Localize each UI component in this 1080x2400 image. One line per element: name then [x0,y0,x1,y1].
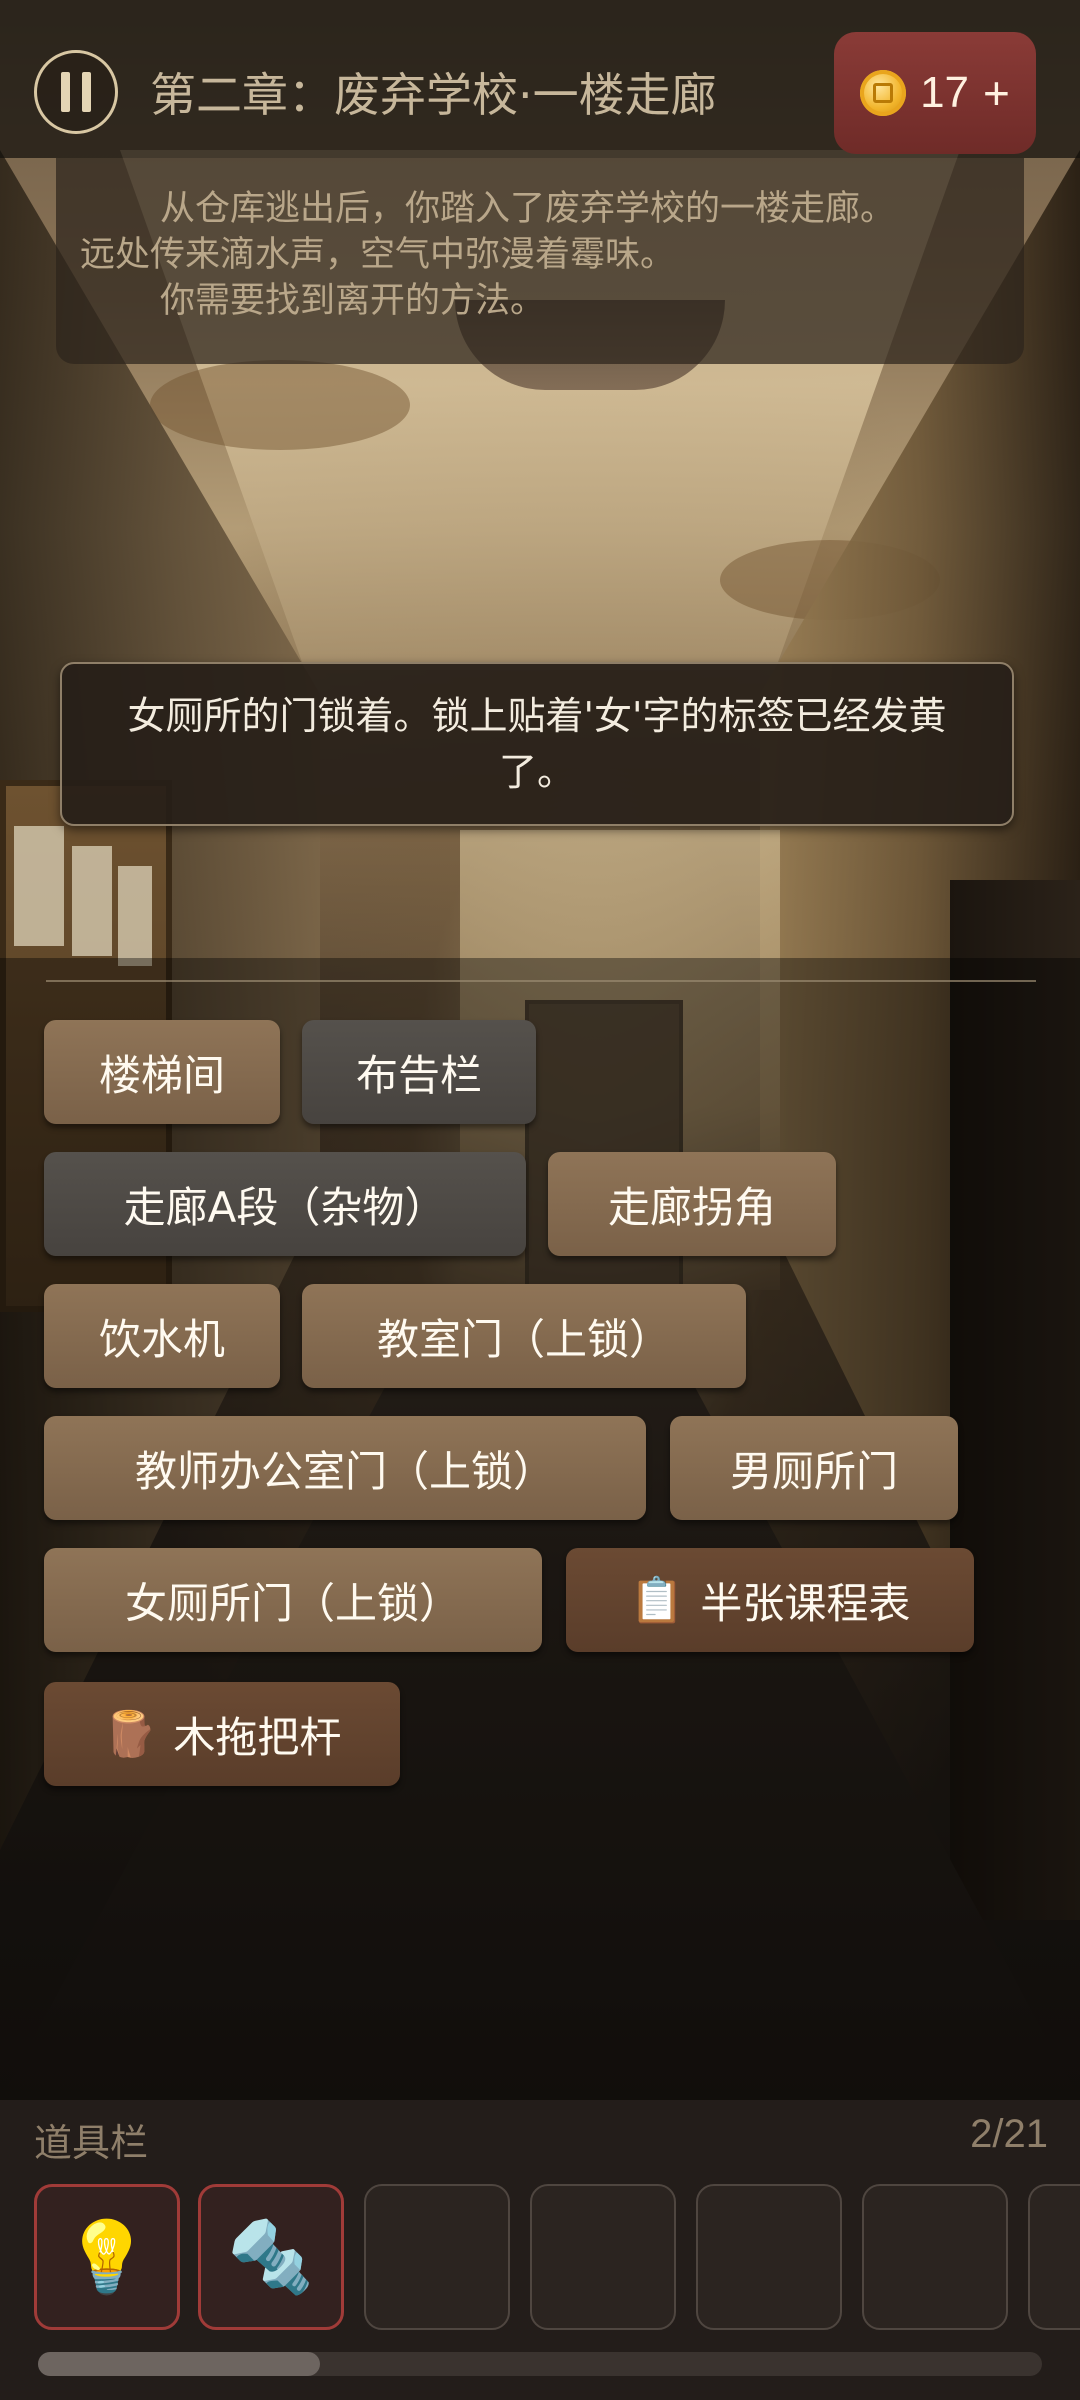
narrative-line: 从仓库逃出后，你踏入了废弃学校的一楼走廊。 [160,189,896,229]
divider [46,980,1036,982]
narrative-box: 从仓库逃出后，你踏入了废弃学校的一楼走廊。 远处传来滴水声，空气中弥漫着霉味。 … [56,158,1024,364]
action-label: 半张课程表 [700,1578,911,1628]
chapter-title: 第二章：废弃学校·一楼走廊 [150,68,717,122]
lightbulb-icon: 💡 [63,2215,151,2298]
coin-icon [860,70,907,116]
clipboard-icon: 📋 [629,1575,685,1626]
action-notice-board-button[interactable]: 布告栏 [302,1020,536,1124]
message-box: 女厕所的门锁着。锁上贴着'女'字的标签已经发黄了。 [60,662,1014,826]
action-mop-handle-button[interactable]: 🪵 木拖把杆 [44,1682,400,1786]
narrative-line: 你需要找到离开的方法。 [160,281,546,321]
action-label: 楼梯间 [98,1050,225,1100]
action-half-schedule-button[interactable]: 📋 半张课程表 [566,1548,974,1652]
game-screen: 第二章：废弃学校·一楼走廊 17 + 从仓库逃出后，你踏入了废弃学校的一楼走廊。… [0,0,1080,2400]
inventory-slot[interactable] [364,2184,510,2330]
action-mens-restroom-door-button[interactable]: 男厕所门 [670,1416,958,1520]
inventory-slot[interactable] [530,2184,676,2330]
bolt-icon: 🔩 [227,2215,315,2298]
action-womens-restroom-door-button[interactable]: 女厕所门（上锁） [44,1548,542,1652]
action-label: 教师办公室门（上锁） [134,1446,555,1496]
action-corridor-corner-button[interactable]: 走廊拐角 [548,1152,836,1256]
action-stairwell-button[interactable]: 楼梯间 [44,1020,280,1124]
action-label: 女厕所门（上锁） [124,1578,461,1628]
inventory-slot[interactable] [696,2184,842,2330]
action-label: 走廊拐角 [607,1182,776,1232]
action-label: 布告栏 [355,1050,482,1100]
inventory-slot[interactable]: 🔩 [198,2184,344,2330]
action-label: 男厕所门 [729,1446,898,1496]
coin-counter-button[interactable]: 17 + [834,32,1036,154]
action-label: 饮水机 [98,1314,225,1364]
inventory-slot[interactable] [862,2184,1008,2330]
inventory-title: 道具栏 [34,2121,149,2165]
pause-button[interactable] [34,50,118,134]
inventory-count: 2/21 [970,2112,1048,2156]
action-panel [0,958,1080,2100]
action-label: 木拖把杆 [173,1712,342,1762]
action-classroom-door-button[interactable]: 教室门（上锁） [302,1284,746,1388]
inventory-slot[interactable]: 💡 [34,2184,180,2330]
add-coins-label: + [983,67,1010,119]
action-teacher-office-door-button[interactable]: 教师办公室门（上锁） [44,1416,646,1520]
pause-icon [61,72,91,112]
narrative-line: 远处传来滴水声，空气中弥漫着霉味。 [80,235,676,275]
action-label: 走廊A段（杂物） [123,1182,447,1232]
inventory-slot-partial[interactable] [1028,2184,1080,2330]
action-corridor-a-button[interactable]: 走廊A段（杂物） [44,1152,526,1256]
wood-stick-icon: 🪵 [102,1709,158,1760]
coin-count: 17 [920,68,970,117]
inventory-scroll-thumb[interactable] [38,2352,320,2376]
action-label: 教室门（上锁） [376,1314,671,1364]
ceiling-stain [150,360,410,450]
action-water-fountain-button[interactable]: 饮水机 [44,1284,280,1388]
